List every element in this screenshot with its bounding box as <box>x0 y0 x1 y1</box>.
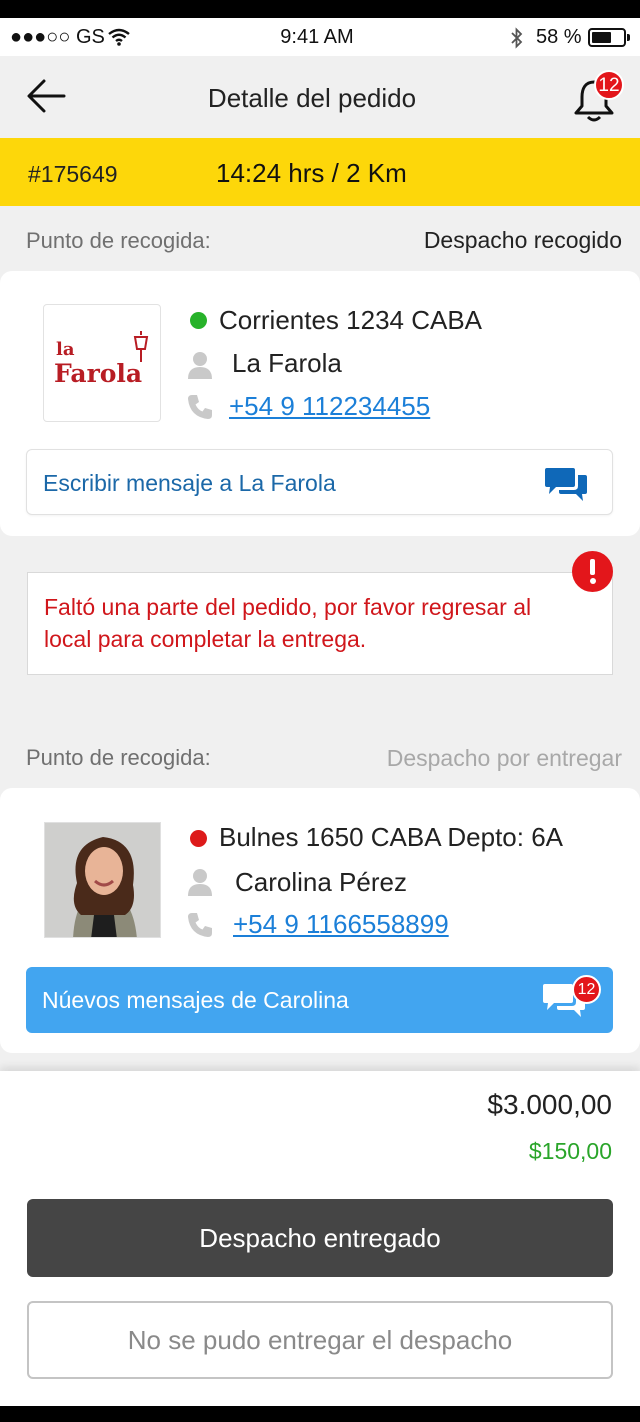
person-icon <box>188 869 212 896</box>
customer-messages-button[interactable]: Núevos mensajes de Carolina 12 <box>26 967 613 1033</box>
pickup-message-button[interactable]: Escribir mensaje a La Farola <box>26 449 613 515</box>
delivery-section-label: Punto de recogida: <box>26 745 211 770</box>
pickup-section-label: Punto de recogida: <box>26 228 211 253</box>
customer-name: Carolina Pérez <box>235 867 407 897</box>
customer-message-label: Núevos mensajes de Carolina <box>42 987 349 1013</box>
pickup-card: la Farola Corrientes 1234 CABA La Farola… <box>0 271 640 536</box>
order-summary-bar: #175649 14:24 hrs / 2 Km <box>0 138 640 206</box>
alert-box: Faltó una parte del pedido, por favor re… <box>27 572 613 675</box>
chat-icon <box>545 468 587 501</box>
total-amount: $3.000,00 <box>487 1089 612 1120</box>
bluetooth-icon <box>511 27 523 49</box>
top-black-strip <box>0 0 640 18</box>
order-id: #175649 <box>28 161 118 187</box>
delivery-address: Bulnes 1650 CABA Depto: 6A <box>219 822 564 852</box>
header: Detalle del pedido 12 <box>0 56 640 138</box>
lamp-icon <box>133 331 149 362</box>
pickup-message-label: Escribir mensaje a La Farola <box>43 470 336 496</box>
delivered-button[interactable]: Despacho entregado <box>27 1199 613 1277</box>
alert-message: Faltó una parte del pedido, por favor re… <box>44 594 532 652</box>
restaurant-logo: la Farola <box>43 304 161 422</box>
pickup-phone-link[interactable]: +54 9 112234455 <box>229 391 430 422</box>
logo-text-small: la <box>56 339 75 360</box>
order-eta: 14:24 hrs / 2 Km <box>216 158 407 188</box>
phone-icon <box>188 913 212 937</box>
bottom-black-strip <box>0 1406 640 1422</box>
pickup-status: Despacho recogido <box>423 227 622 253</box>
pickup-address: Corrientes 1234 CABA <box>219 305 483 335</box>
pickup-status-dot <box>190 312 207 329</box>
battery-percent: 58 % <box>536 26 582 48</box>
delivery-fee: $150,00 <box>528 1138 612 1164</box>
pickup-name: La Farola <box>232 348 342 378</box>
delivery-status: Despacho por entregar <box>386 745 622 771</box>
person-icon <box>188 352 212 379</box>
alert-icon <box>572 551 613 592</box>
notifications-button[interactable]: 12 <box>572 70 632 126</box>
battery-icon <box>588 28 630 47</box>
delivery-status-dot <box>190 830 207 847</box>
customer-avatar <box>44 822 161 938</box>
message-count-badge: 12 <box>572 975 601 1004</box>
logo-text-big: Farola <box>54 359 143 388</box>
status-bar: ●●●○○ GS 9:41 AM 58 % <box>0 18 640 56</box>
delivery-failed-button[interactable]: No se pudo entregar el despacho <box>27 1301 613 1379</box>
page-title: Detalle del pedido <box>207 83 417 113</box>
delivery-card: Bulnes 1650 CABA Depto: 6A Carolina Pére… <box>0 788 640 1053</box>
bottom-panel: $3.000,00 $150,00 Despacho entregado No … <box>0 1071 640 1406</box>
customer-phone-link[interactable]: +54 9 1166558899 <box>233 909 449 940</box>
notification-badge: 12 <box>594 70 624 100</box>
phone-icon <box>188 395 212 419</box>
